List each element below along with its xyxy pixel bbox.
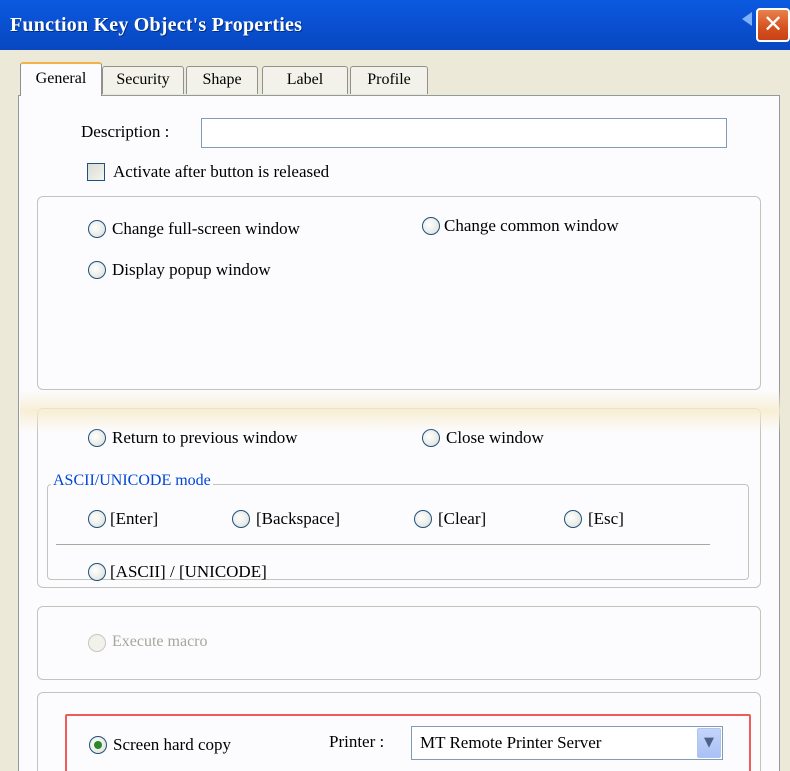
execute-macro-label: Execute macro <box>112 633 208 650</box>
ascii-unicode-label: [ASCII] / [UNICODE] <box>110 562 267 581</box>
display-popup-label: Display popup window <box>112 260 271 279</box>
enter-label: [Enter] <box>110 509 159 528</box>
close-icon: ✕ <box>762 10 784 38</box>
macro-group: Execute macro <box>37 606 761 680</box>
tab-general[interactable]: General <box>20 62 102 96</box>
screen-hard-copy-label: Screen hard copy <box>113 735 232 754</box>
ascii-unicode-radio[interactable] <box>88 563 106 581</box>
ascii-unicode-group: [Enter] [Backspace] [Clear] [Esc] [ASCII… <box>47 484 749 581</box>
printer-select[interactable]: MT Remote Printer Server ▼ <box>411 726 723 760</box>
tab-label[interactable]: Label <box>262 66 348 94</box>
tab-shape[interactable]: Shape <box>186 66 258 94</box>
change-full-screen-radio[interactable] <box>88 220 106 238</box>
close-button[interactable]: ✕ <box>756 8 790 42</box>
chevron-down-icon[interactable]: ▼ <box>697 728 721 758</box>
enter-radio[interactable] <box>88 510 106 528</box>
execute-macro-radio[interactable] <box>88 634 106 652</box>
activate-after-release-checkbox[interactable] <box>87 163 105 181</box>
printer-select-value: MT Remote Printer Server <box>420 733 602 752</box>
title-bar: Function Key Object's Properties ✕ <box>0 0 790 50</box>
tab-panel-general: Description : Activate after button is r… <box>18 95 780 771</box>
tab-label: Profile <box>367 71 411 88</box>
esc-label: [Esc] <box>588 509 624 528</box>
tab-label: Security <box>116 71 170 88</box>
ascii-unicode-legend: ASCII/UNICODE mode <box>51 472 213 490</box>
description-input[interactable] <box>201 118 727 148</box>
window-options-group: Change full-screen window Change common … <box>37 196 761 390</box>
tab-label: General <box>35 70 87 87</box>
description-label: Description : <box>81 122 170 141</box>
image-artifact-band <box>20 390 780 432</box>
change-common-window-radio[interactable] <box>422 217 440 235</box>
ascii-divider <box>56 544 710 545</box>
backspace-radio[interactable] <box>232 510 250 528</box>
backspace-label: [Backspace] <box>256 509 341 528</box>
clear-label: [Clear] <box>438 509 487 528</box>
screen-hard-copy-radio[interactable] <box>89 736 107 754</box>
tab-profile[interactable]: Profile <box>350 66 428 94</box>
title-bar-decoration <box>742 12 752 26</box>
tab-label: Shape <box>202 71 242 88</box>
display-popup-radio[interactable] <box>88 261 106 279</box>
tab-label-text: Label <box>286 71 324 88</box>
clear-radio[interactable] <box>414 510 432 528</box>
change-common-window-label: Change common window <box>444 216 619 235</box>
activate-after-release-label: Activate after button is released <box>113 162 330 181</box>
tab-security[interactable]: Security <box>102 66 184 94</box>
printer-label: Printer : <box>329 732 385 751</box>
esc-radio[interactable] <box>564 510 582 528</box>
window-title: Function Key Object's Properties <box>10 14 303 36</box>
change-full-screen-label: Change full-screen window <box>112 219 300 238</box>
